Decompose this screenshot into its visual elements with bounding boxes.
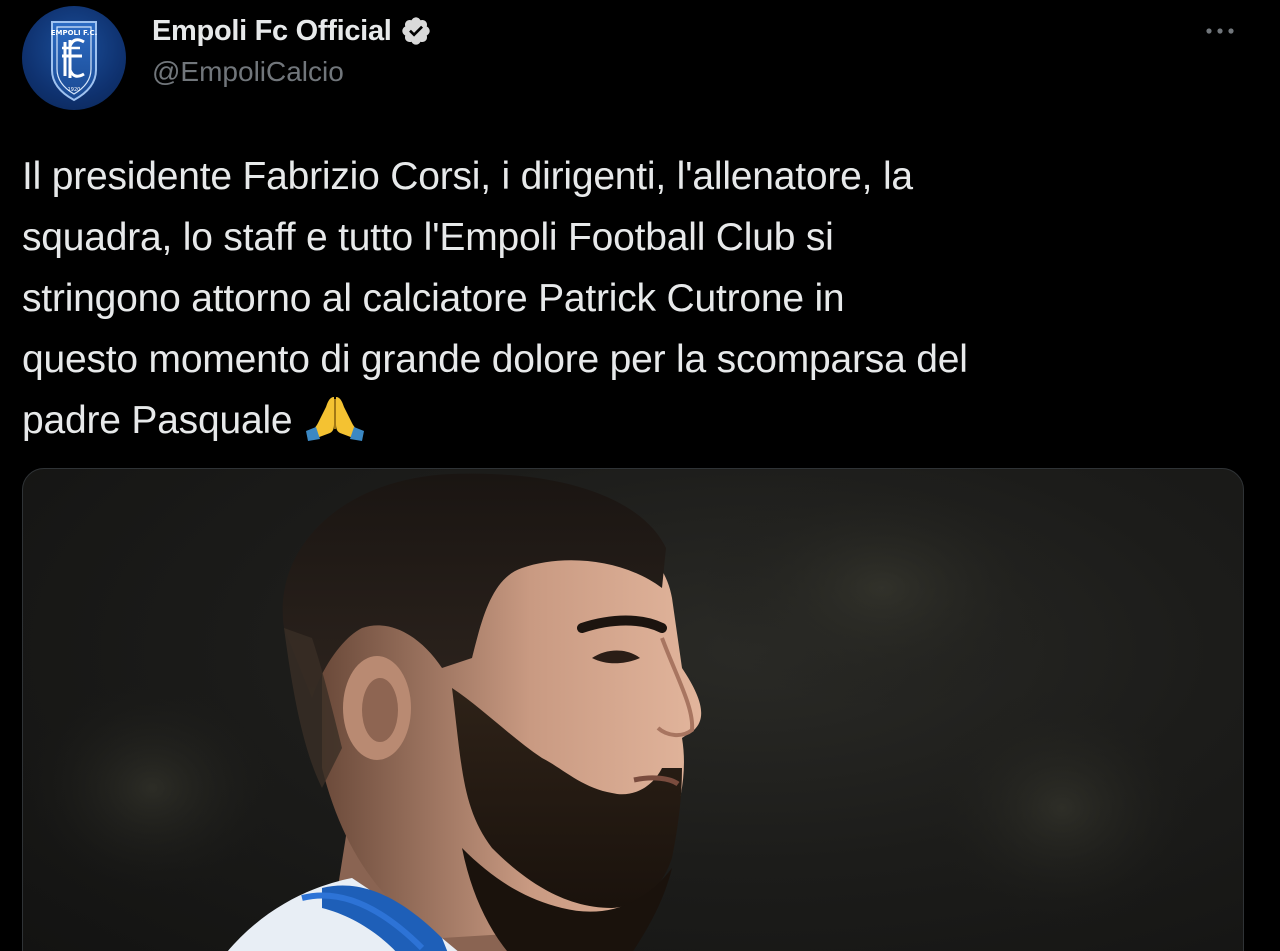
folded-hands-icon [304, 393, 366, 441]
crest-text: EMPOLI F.C. [51, 29, 98, 37]
crest-year: 1920 [68, 87, 81, 93]
tweet-media-photo[interactable] [22, 468, 1244, 951]
author-block: Empoli Fc Official @EmpoliCalcio [152, 14, 432, 88]
tweet-text-line: stringono attorno al calciatore Patrick … [22, 277, 845, 320]
tweet-text-line: squadra, lo staff e tutto l'Empoli Footb… [22, 216, 834, 259]
user-handle[interactable]: @EmpoliCalcio [152, 56, 432, 88]
player-photo [22, 468, 1202, 951]
tweet-text-line: questo momento di grande dolore per la s… [22, 338, 968, 381]
name-row: Empoli Fc Official [152, 14, 432, 48]
tweet-text-line: padre Pasquale [22, 399, 293, 442]
verified-badge-icon [400, 15, 432, 47]
more-options-button[interactable] [1200, 14, 1240, 48]
tweet-text: Il presidente Fabrizio Corsi, i dirigent… [22, 146, 1252, 451]
tweet-text-line-last: padre Pasquale [22, 390, 1252, 451]
display-name[interactable]: Empoli Fc Official [152, 15, 392, 48]
avatar[interactable]: EMPOLI F.C. 1920 [22, 6, 126, 110]
empoli-crest-icon: EMPOLI F.C. 1920 [51, 21, 98, 102]
more-horizontal-icon [1206, 28, 1234, 34]
tweet: EMPOLI F.C. 1920 Empoli Fc Official @Emp… [0, 0, 1280, 951]
tweet-text-line: Il presidente Fabrizio Corsi, i dirigent… [22, 155, 913, 198]
